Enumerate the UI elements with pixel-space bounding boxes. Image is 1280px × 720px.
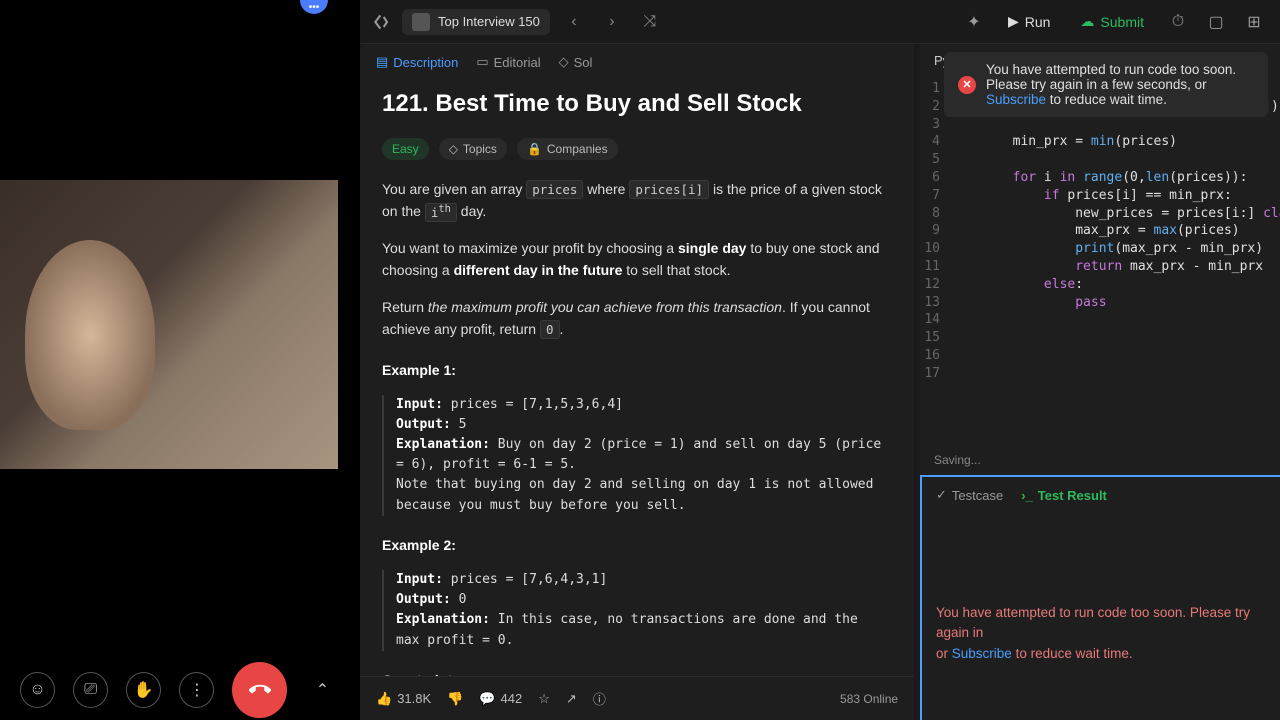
saving-status: Saving... — [934, 453, 981, 467]
tab-test-result[interactable]: ›_ Test Result — [1021, 487, 1107, 503]
study-plan-pill[interactable]: Top Interview 150 — [402, 9, 550, 35]
help-button[interactable]: ⓘ — [593, 689, 606, 708]
topbar: Top Interview 150 ‹ › ⤨ ✦ ▶ Run ☁ Submit… — [360, 0, 1280, 44]
list-icon — [412, 13, 430, 31]
like-button[interactable]: 👍 31.8K — [376, 691, 431, 707]
description-panel: ▤Description ▭Editorial ◇Sol 121. Best T… — [360, 44, 914, 720]
debug-icon[interactable]: ✦ — [960, 8, 988, 36]
prev-problem-button[interactable]: ‹ — [560, 8, 588, 36]
more-icon[interactable]: ••• — [300, 0, 328, 14]
subscribe-link-2[interactable]: Subscribe — [952, 646, 1012, 661]
problem-tabs: ▤Description ▭Editorial ◇Sol — [360, 44, 908, 80]
webcam-feed — [0, 180, 338, 469]
subscribe-link[interactable]: Subscribe — [986, 92, 1046, 107]
expand-button[interactable]: ⌃ — [305, 672, 340, 708]
layout-icon[interactable]: ⊞ — [1240, 8, 1268, 36]
submit-button[interactable]: ☁ Submit — [1070, 9, 1154, 34]
code-panel: Python3 ▾ 🔒 Auto 1class Solution:2 def m… — [920, 44, 1280, 720]
tab-testcase[interactable]: ✓ Testcase — [936, 487, 1003, 503]
companies-tag[interactable]: 🔒 Companies — [517, 138, 618, 160]
raise-hand-button[interactable]: ✋ — [126, 672, 161, 708]
flask-icon: ◇ — [559, 54, 569, 70]
screen-share-button[interactable]: ⎚ — [73, 672, 108, 708]
problem-title: 121. Best Time to Buy and Sell Stock — [382, 90, 886, 118]
next-problem-button[interactable]: › — [598, 8, 626, 36]
leetcode-logo-icon[interactable] — [372, 12, 392, 32]
book-icon: ▭ — [476, 54, 488, 70]
share-button[interactable]: ↗ — [566, 691, 577, 707]
star-button[interactable]: ☆ — [538, 691, 550, 707]
rate-limit-toast: ✕ You have attempted to run code too soo… — [944, 52, 1268, 117]
tab-description[interactable]: ▤Description — [376, 54, 458, 70]
video-call-panel: ••• ☺ ⎚ ✋ ⋮ ⌃ — [0, 0, 360, 720]
problem-statement: You are given an array prices where pric… — [382, 178, 886, 676]
call-controls: ☺ ⎚ ✋ ⋮ ⌃ — [0, 660, 360, 720]
more-options-button[interactable]: ⋮ — [179, 672, 214, 708]
end-call-button[interactable] — [232, 662, 287, 718]
comments-button[interactable]: 💬 442 — [479, 691, 522, 707]
notes-icon[interactable]: ▢ — [1202, 8, 1230, 36]
leetcode-panel: Top Interview 150 ‹ › ⤨ ✦ ▶ Run ☁ Submit… — [360, 0, 1280, 720]
tab-solutions[interactable]: ◇Sol — [559, 54, 593, 70]
study-plan-name: Top Interview 150 — [438, 14, 540, 29]
tab-editorial[interactable]: ▭Editorial — [476, 54, 540, 70]
error-icon: ✕ — [958, 76, 976, 94]
difficulty-tag: Easy — [382, 138, 429, 160]
description-icon: ▤ — [376, 54, 388, 70]
problem-footer: 👍 31.8K 👎 💬 442 ☆ ↗ ⓘ 583 Online — [360, 676, 914, 720]
toast-message: You have attempted to run code too soon.… — [986, 62, 1254, 107]
run-button[interactable]: ▶ Run — [998, 9, 1060, 34]
topics-tag[interactable]: ◇ Topics — [439, 138, 507, 160]
test-result-panel: ✓ Testcase ›_ Test Result You have attem… — [920, 475, 1280, 720]
shuffle-button[interactable]: ⤨ — [636, 8, 664, 36]
test-result-body: You have attempted to run code too soon.… — [922, 513, 1280, 678]
dislike-button[interactable]: 👎 — [447, 691, 463, 707]
emoji-button[interactable]: ☺ — [20, 672, 55, 708]
timer-icon[interactable]: ⏱ — [1164, 8, 1192, 36]
code-content[interactable]: 1class Solution:2 def maxProfit(self, pr… — [920, 76, 1280, 387]
